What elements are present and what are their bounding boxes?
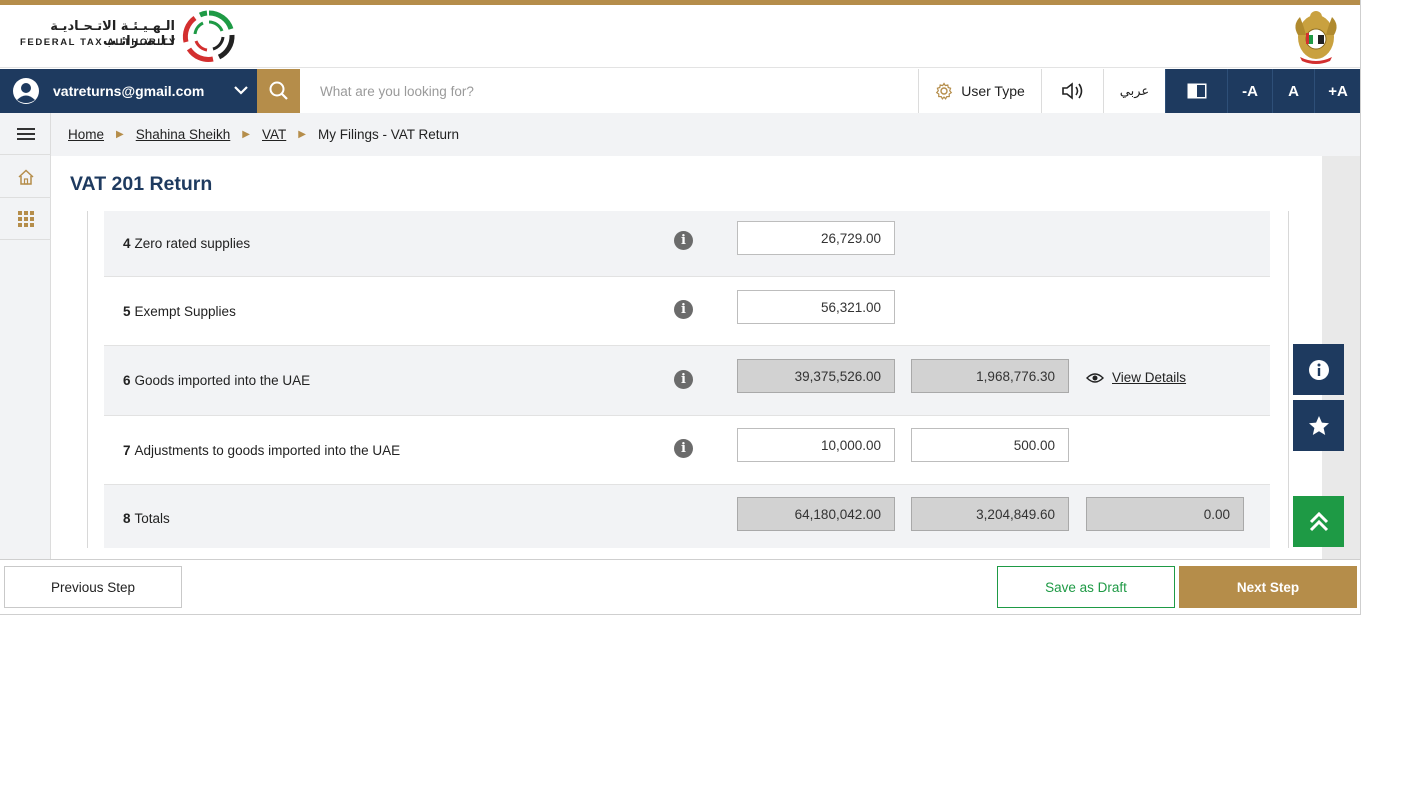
info-icon — [1308, 359, 1329, 380]
home-icon — [17, 168, 34, 185]
vat-amount-field[interactable] — [911, 428, 1069, 462]
account-menu[interactable]: vatreturns@gmail.com — [0, 69, 257, 113]
page-title: VAT 201 Return — [70, 173, 213, 195]
logo-english-text: FEDERAL TAX AUTHORITY — [20, 37, 177, 48]
user-type-label: User Type — [961, 83, 1025, 99]
row-number: 8 — [123, 510, 131, 526]
table-row: 8 Totals — [104, 485, 1270, 548]
font-decrease-button[interactable]: -A — [1227, 69, 1272, 113]
row-label: 6 Goods imported into the UAE — [123, 346, 310, 415]
breadcrumb-profile[interactable]: Shahina Sheikh — [136, 127, 231, 142]
speaker-icon — [1061, 82, 1082, 100]
floating-favorite-button[interactable] — [1293, 400, 1344, 451]
font-normal-button[interactable]: A — [1272, 69, 1314, 113]
top-navbar: vatreturns@gmail.com User Type — [0, 69, 1360, 113]
info-icon[interactable]: i — [674, 370, 693, 389]
breadcrumb: Home ▶ Shahina Sheikh ▶ VAT ▶ My Filings… — [51, 113, 1360, 156]
row-text: Totals — [134, 510, 170, 526]
table-row: 4 Zero rated supplies i — [104, 211, 1270, 277]
previous-step-button[interactable]: Previous Step — [4, 566, 182, 608]
star-icon — [1308, 415, 1329, 435]
fta-logo-icon[interactable] — [181, 9, 237, 63]
search-icon — [269, 81, 288, 100]
info-icon[interactable]: i — [674, 300, 693, 319]
grid-icon — [17, 210, 34, 227]
sidebar-item-home[interactable] — [0, 156, 51, 198]
user-avatar-icon — [13, 78, 39, 104]
amount-field[interactable] — [737, 221, 895, 255]
table-row: 7 Adjustments to goods imported into the … — [104, 416, 1270, 485]
floating-info-button[interactable] — [1293, 344, 1344, 395]
breadcrumb-separator-icon: ▶ — [298, 129, 306, 140]
double-chevron-up-icon — [1309, 511, 1328, 531]
font-increase-button[interactable]: +A — [1314, 69, 1360, 113]
breadcrumb-vat[interactable]: VAT — [262, 127, 286, 142]
left-sidebar — [0, 113, 51, 559]
search-button[interactable] — [257, 69, 300, 113]
user-type-button[interactable]: User Type — [918, 69, 1041, 113]
text-to-speech-button[interactable] — [1041, 69, 1103, 113]
eye-icon — [1086, 372, 1104, 383]
info-icon[interactable]: i — [674, 439, 693, 458]
row-label: 7 Adjustments to goods imported into the … — [123, 416, 400, 484]
menu-icon — [16, 127, 35, 140]
menu-toggle[interactable] — [0, 113, 51, 155]
breadcrumb-home[interactable]: Home — [68, 127, 104, 142]
row-number: 6 — [123, 373, 131, 388]
gear-icon — [936, 82, 953, 100]
row-number: 7 — [123, 442, 131, 458]
row-number: 5 — [123, 303, 131, 319]
contrast-icon — [1187, 83, 1206, 99]
vat-amount-field-readonly — [911, 359, 1069, 393]
row-text: Adjustments to goods imported into the U… — [134, 442, 401, 458]
contrast-toggle[interactable] — [1165, 69, 1227, 113]
breadcrumb-separator-icon: ▶ — [116, 129, 124, 140]
account-email: vatreturns@gmail.com — [53, 83, 205, 99]
view-details-label: View Details — [1112, 370, 1187, 385]
total-adjustment-field — [1086, 497, 1244, 531]
row-label: 4 Zero rated supplies — [123, 211, 250, 276]
scroll-to-top-button[interactable] — [1293, 496, 1344, 547]
row-text: Zero rated supplies — [134, 236, 251, 251]
table-row: 5 Exempt Supplies i — [104, 277, 1270, 346]
site-header: الـهـيـئـة الاتـحـاديـة لـلـضـرائـب FEDE… — [0, 5, 1360, 68]
language-toggle[interactable]: عربي — [1103, 69, 1165, 113]
view-details-link[interactable]: View Details — [1086, 370, 1186, 385]
row-text: Goods imported into the UAE — [134, 373, 311, 388]
row-label: 5 Exempt Supplies — [123, 277, 236, 345]
save-draft-button[interactable]: Save as Draft — [997, 566, 1175, 608]
row-label: 8 Totals — [123, 485, 170, 551]
info-icon[interactable]: i — [674, 231, 693, 250]
row-text: Exempt Supplies — [134, 303, 236, 319]
chevron-down-icon[interactable] — [232, 81, 250, 99]
step-footer: Previous Step Save as Draft Next Step — [0, 559, 1360, 614]
amount-field-readonly — [737, 359, 895, 393]
breadcrumb-separator-icon: ▶ — [242, 129, 250, 140]
total-vat-field — [911, 497, 1069, 531]
next-step-button[interactable]: Next Step — [1179, 566, 1357, 608]
app-frame: الـهـيـئـة الاتـحـاديـة لـلـضـرائـب FEDE… — [0, 0, 1361, 615]
sidebar-item-apps[interactable] — [0, 198, 51, 240]
total-amount-field — [737, 497, 895, 531]
breadcrumb-current: My Filings - VAT Return — [317, 127, 460, 142]
row-number: 4 — [123, 236, 131, 251]
amount-field[interactable] — [737, 428, 895, 462]
amount-field[interactable] — [737, 290, 895, 324]
uae-emblem-icon — [1295, 11, 1337, 64]
table-row: 6Goods imported into the UAE i View Deta… — [104, 346, 1270, 416]
search-input[interactable] — [300, 69, 918, 113]
